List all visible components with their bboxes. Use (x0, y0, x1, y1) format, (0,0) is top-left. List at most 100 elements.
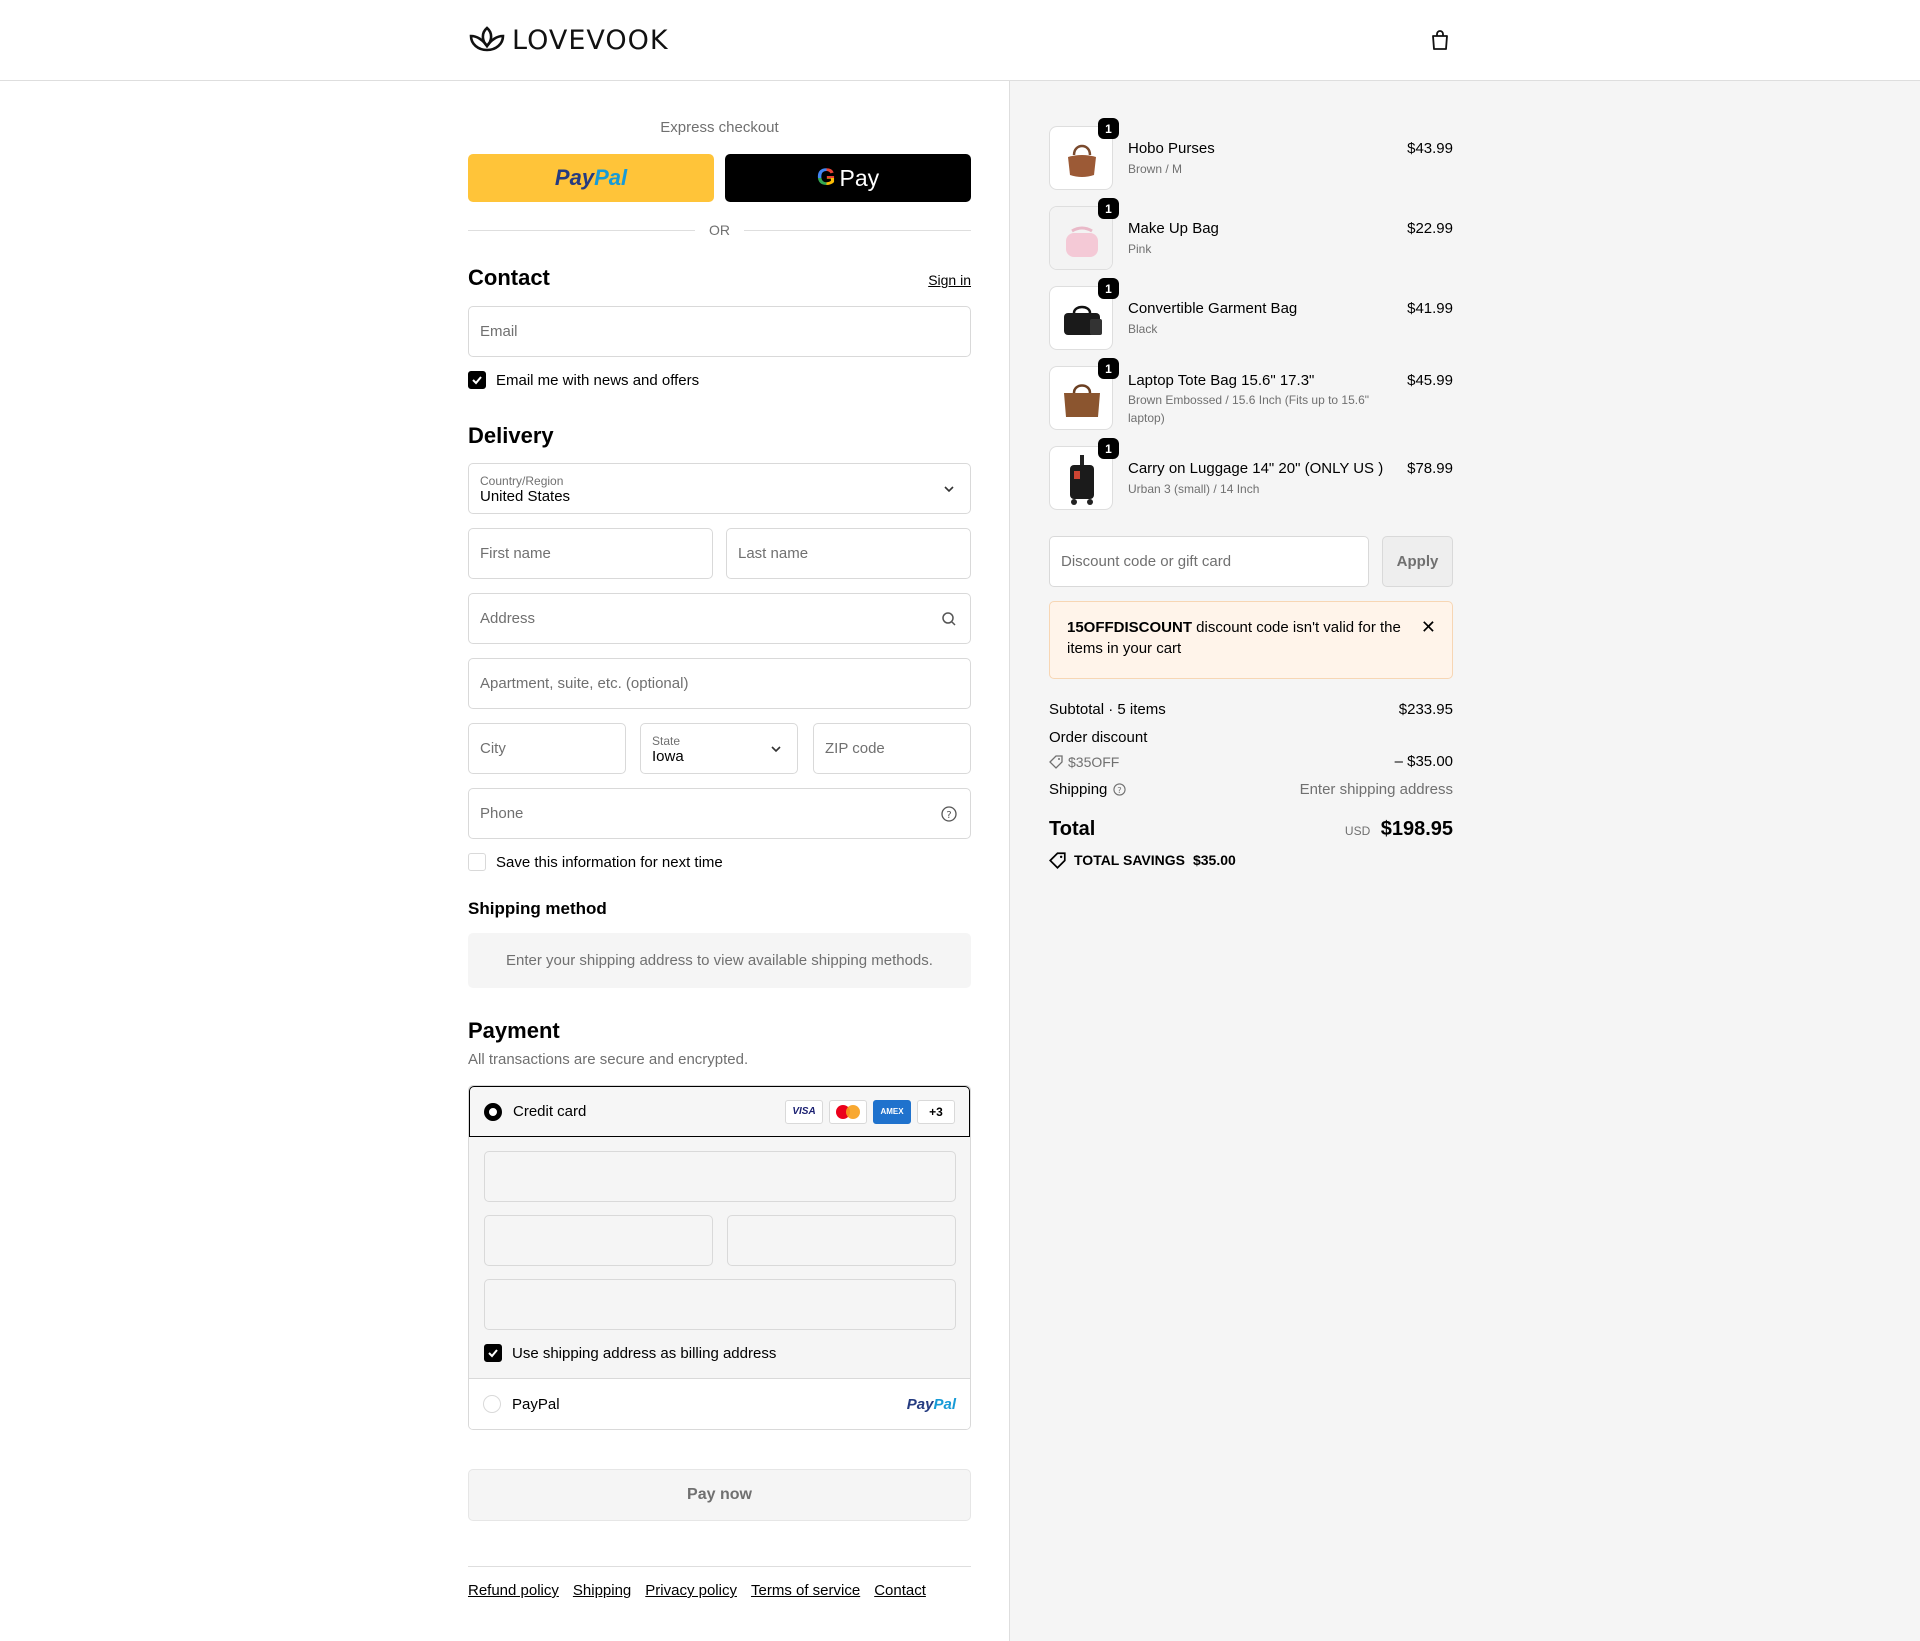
paypal-option[interactable]: PayPal PayPal (469, 1379, 970, 1429)
shopping-bag-icon[interactable] (1428, 28, 1452, 52)
chevron-down-icon (944, 485, 954, 492)
lotus-logo-icon (469, 26, 505, 52)
contact-link[interactable]: Contact (874, 1582, 926, 1599)
card-cvc-field[interactable] (727, 1215, 956, 1266)
save-info-checkbox[interactable] (468, 853, 486, 871)
credit-card-option[interactable]: Credit card VISA AMEX +3 (469, 1086, 970, 1137)
refund-policy-link[interactable]: Refund policy (468, 1582, 559, 1599)
item-price: $78.99 (1407, 460, 1453, 477)
item-name: Laptop Tote Bag 15.6" 17.3" (1128, 372, 1315, 389)
alert-code: 15OFFDISCOUNT (1067, 619, 1193, 636)
currency-code: USD (1344, 824, 1371, 838)
quantity-badge: 1 (1098, 198, 1119, 219)
paypal-logo-icon: PayPal (906, 1395, 956, 1413)
credit-card-radio[interactable] (484, 1102, 502, 1121)
item-name: Convertible Garment Bag (1128, 300, 1298, 317)
news-checkbox-row[interactable]: Email me with news and offers (468, 371, 699, 389)
item-variant: Black (1128, 322, 1158, 336)
help-circle-icon[interactable]: ? (1113, 783, 1127, 796)
item-price: $22.99 (1407, 220, 1453, 237)
privacy-policy-link[interactable]: Privacy policy (645, 1582, 737, 1599)
gpay-label: Pay (839, 164, 880, 191)
search-icon (942, 611, 956, 626)
shipping-value: Enter shipping address (1299, 781, 1453, 798)
billing-checkbox[interactable] (484, 1344, 502, 1362)
total-savings-row: TOTAL SAVINGS $35.00 (1049, 852, 1453, 869)
email-field[interactable]: Email (468, 306, 971, 357)
total-label: Total (1049, 818, 1096, 840)
express-checkout-label: Express checkout (660, 119, 779, 136)
amex-icon: AMEX (873, 1099, 911, 1124)
terms-link[interactable]: Terms of service (751, 1582, 860, 1599)
save-info-row[interactable]: Save this information for next time (468, 853, 723, 871)
quantity-badge: 1 (1098, 118, 1119, 139)
google-pay-button[interactable]: G Pay (725, 154, 971, 202)
billing-checkbox-row[interactable]: Use shipping address as billing address (484, 1344, 776, 1362)
apartment-field[interactable]: Apartment, suite, etc. (optional) (468, 658, 971, 709)
card-brands: VISA AMEX +3 (785, 1099, 955, 1124)
payment-subtitle: All transactions are secure and encrypte… (468, 1051, 749, 1068)
state-value: Iowa (652, 747, 684, 765)
apply-discount-button[interactable]: Apply (1382, 536, 1453, 587)
item-price: $41.99 (1407, 300, 1453, 317)
discount-code-row: $35OFF – $35.00 (1049, 753, 1453, 770)
last-name-field[interactable]: Last name (726, 528, 971, 579)
pay-now-button[interactable]: Pay now (468, 1469, 971, 1521)
svg-text:?: ? (946, 810, 951, 821)
mastercard-icon (829, 1099, 867, 1124)
discount-code-input[interactable]: Discount code or gift card (1049, 536, 1369, 587)
more-cards-badge: +3 (917, 1099, 955, 1124)
quantity-badge: 1 (1098, 438, 1119, 459)
svg-text:?: ? (1118, 785, 1122, 795)
item-name: Make Up Bag (1128, 220, 1219, 237)
discount-amount: – $35.00 (1394, 753, 1453, 770)
tag-icon (1049, 754, 1063, 769)
tag-icon (1049, 852, 1066, 869)
total-row: Total USD $198.95 (1049, 818, 1453, 841)
cart-item: 1 Hobo Purses Brown / M $43.99 (1049, 118, 1453, 190)
news-checkbox[interactable] (468, 371, 486, 389)
item-variant: Brown / M (1128, 162, 1183, 176)
item-price: $45.99 (1407, 372, 1453, 389)
cart-item: 1 Laptop Tote Bag 15.6" 17.3" Brown Embo… (1049, 358, 1453, 430)
card-expiry-field[interactable] (484, 1215, 713, 1266)
city-field[interactable]: City (468, 723, 626, 774)
shipping-label: Shipping (1049, 781, 1108, 798)
phone-placeholder: Phone (480, 805, 524, 822)
payment-methods: Credit card VISA AMEX +3 Use shipping ad… (468, 1085, 971, 1430)
item-variant: Urban 3 (small) / 14 Inch (1128, 482, 1260, 496)
discount-code-name: $35OFF (1068, 753, 1120, 770)
brand-logo[interactable]: LOVEVOOK (468, 24, 669, 56)
credit-card-label: Credit card (513, 1103, 587, 1120)
paypal-logo-part1: Pay (554, 165, 595, 190)
help-circle-icon[interactable]: ? (941, 805, 957, 822)
phone-field[interactable]: Phone ? (468, 788, 971, 839)
save-info-label: Save this information for next time (496, 853, 723, 871)
sign-in-link[interactable]: Sign in (928, 272, 971, 288)
shipping-link[interactable]: Shipping (573, 1582, 631, 1599)
item-name: Carry on Luggage 14" 20" (ONLY US ) (1128, 460, 1384, 477)
first-name-field[interactable]: First name (468, 528, 713, 579)
order-discount-label: Order discount (1049, 729, 1148, 746)
state-select[interactable]: State Iowa (640, 723, 798, 774)
cart-item: 1 Carry on Luggage 14" 20" (ONLY US ) Ur… (1049, 438, 1453, 510)
paypal-label: PayPal (512, 1395, 560, 1413)
zip-field[interactable]: ZIP code (813, 723, 971, 774)
card-name-field[interactable] (484, 1279, 956, 1330)
savings-label: TOTAL SAVINGS (1074, 852, 1185, 868)
checkmark-icon (488, 1349, 498, 1358)
billing-label: Use shipping address as billing address (512, 1344, 777, 1362)
close-icon[interactable]: ✕ (1421, 617, 1436, 638)
item-price: $43.99 (1407, 140, 1453, 157)
country-value: United States (480, 487, 571, 505)
payment-heading: Payment (468, 1018, 560, 1043)
country-select[interactable]: Country/Region United States (468, 463, 971, 514)
paypal-radio[interactable] (483, 1395, 501, 1413)
address-field[interactable]: Address (468, 593, 971, 644)
paypal-express-button[interactable]: Pay Pal (468, 154, 714, 202)
total-value: $198.95 (1380, 818, 1453, 840)
subtotal-label: Subtotal · 5 items (1049, 701, 1166, 718)
state-label: State (652, 733, 681, 748)
card-number-field[interactable] (484, 1151, 956, 1202)
savings-value: $35.00 (1192, 852, 1236, 868)
